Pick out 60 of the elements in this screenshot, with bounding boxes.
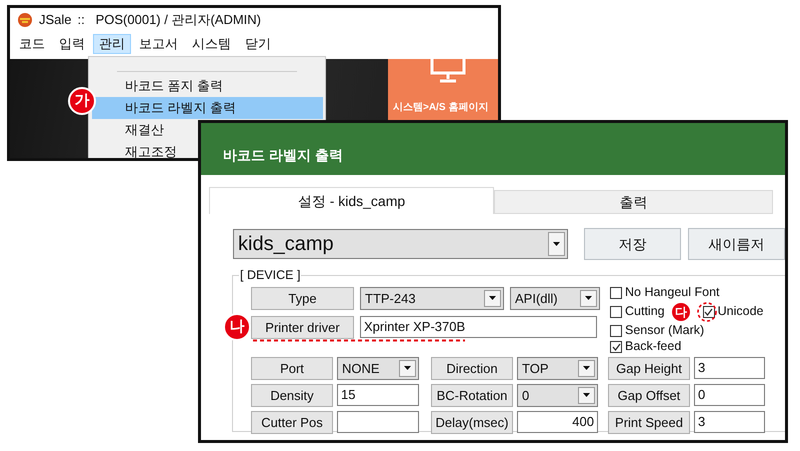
checkbox-label: No Hangeul Font <box>625 284 720 302</box>
check-icon <box>704 308 714 316</box>
dashed-circle <box>697 302 717 322</box>
checkbox[interactable] <box>610 286 622 299</box>
action-button[interactable]: 저장 <box>584 228 681 260</box>
label-button[interactable]: Delay(msec) <box>431 410 513 434</box>
label-button[interactable]: Cutter Pos <box>251 410 333 434</box>
menu-item[interactable]: 시스템 <box>186 34 237 54</box>
label-button[interactable]: Direction <box>431 356 513 380</box>
label-button[interactable]: Type <box>251 286 354 310</box>
dropdown-select[interactable]: TOP <box>517 356 598 380</box>
input-field[interactable]: 3 <box>694 410 765 433</box>
dropdown-arrow-icon <box>489 296 496 300</box>
checkbox[interactable] <box>610 324 622 337</box>
checkbox-label: Sensor (Mark) <box>625 322 704 340</box>
dropdown-select[interactable]: kids_camp <box>233 229 568 259</box>
tab[interactable]: 설정 - kids_camp <box>209 187 494 214</box>
app-logo-icon <box>17 12 33 28</box>
app-name: JSale <box>39 11 72 30</box>
label-button[interactable]: BC-Rotation <box>431 384 513 407</box>
dropdown-item[interactable]: 바코드 라벨지 출력 <box>92 97 323 119</box>
label-button[interactable]: Port <box>251 356 333 380</box>
check-icon <box>612 342 620 351</box>
checkbox[interactable] <box>610 306 622 318</box>
menu-item[interactable]: 관리 <box>93 34 131 54</box>
window-title: :: POS(0001) / 관리자(ADMIN) <box>78 11 262 30</box>
dropdown-arrow-icon <box>583 393 590 398</box>
dropdown-select[interactable]: NONE <box>337 356 419 380</box>
checkbox-label: Back-feed <box>625 338 682 356</box>
dialog-title: 바코드 라벨지 출력 <box>223 146 343 165</box>
input-field[interactable] <box>337 410 419 433</box>
dropdown-arrow-icon <box>585 296 592 300</box>
dropdown-select[interactable]: API(dll) <box>510 286 600 310</box>
input-field[interactable]: 0 <box>694 384 765 406</box>
checkbox-label: Unicode <box>718 303 764 320</box>
action-button[interactable]: 새이름저 <box>688 228 785 260</box>
input-field[interactable]: 3 <box>694 356 765 379</box>
input-field[interactable]: 400 <box>517 410 598 433</box>
group-legend: [ DEVICE ] <box>239 266 302 285</box>
dropdown-select[interactable]: 0 <box>517 384 598 407</box>
label-button[interactable]: Density <box>251 384 333 407</box>
label-button[interactable]: Gap Offset <box>608 384 690 407</box>
dropdown-arrow-icon <box>553 242 560 246</box>
menu-item[interactable]: 입력 <box>53 34 91 54</box>
label-button[interactable]: Gap Height <box>608 356 690 380</box>
input-field[interactable]: Xprinter XP-370B <box>360 316 597 338</box>
tile-label: 시스템>A/S 홈페이지 <box>392 101 488 115</box>
checkbox[interactable] <box>610 340 622 353</box>
dropdown-select[interactable]: TTP-243 <box>360 286 504 310</box>
menu-item[interactable]: 닫기 <box>239 34 277 54</box>
input-field[interactable]: 15 <box>337 384 419 406</box>
checkbox-label: Cutting <box>625 303 665 320</box>
menu-item[interactable]: 코드 <box>13 34 51 54</box>
label-button[interactable]: Print Speed <box>608 410 690 434</box>
dropdown-arrow-icon <box>583 366 590 370</box>
label-button[interactable]: Printer driver <box>251 316 354 339</box>
checkbox[interactable] <box>702 306 715 318</box>
menu-item[interactable]: 보고서 <box>133 34 184 54</box>
tab[interactable]: 출력 <box>494 190 773 214</box>
dropdown-arrow-icon <box>404 366 411 370</box>
